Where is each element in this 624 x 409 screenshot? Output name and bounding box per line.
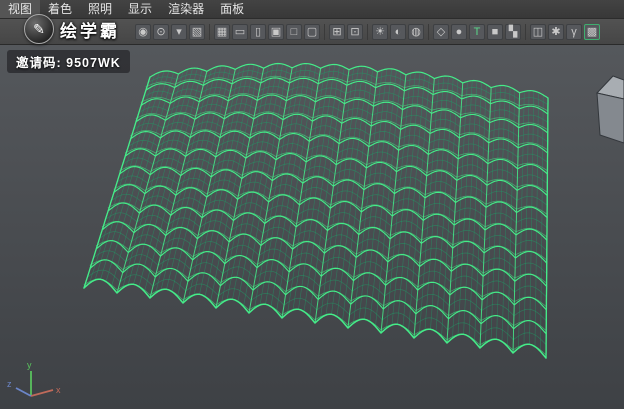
film-gate-icon[interactable]: ▭ xyxy=(232,24,248,40)
viewport-3d[interactable] xyxy=(0,44,624,409)
panel-toolbar-icons: ◉⊙▾▧ ▦▭▯▣□▢ ⊞⊡ ☀◐◍ ◇●T■▚ ◫✱γ▩ xyxy=(0,19,624,45)
frame-all-icon[interactable]: ⊞ xyxy=(329,24,345,40)
shadows-icon[interactable]: ◐ xyxy=(390,24,406,40)
safe-action-icon[interactable]: □ xyxy=(286,24,302,40)
toolbar-separator xyxy=(367,24,368,40)
lock-camera-icon[interactable]: ⊙ xyxy=(153,24,169,40)
menu-item-5[interactable]: 渲染器 xyxy=(160,0,212,18)
exposure-icon[interactable]: ✱ xyxy=(548,24,564,40)
menu-item-4[interactable]: 显示 xyxy=(120,0,160,18)
image-plane-icon[interactable]: ▧ xyxy=(189,24,205,40)
grid-icon[interactable]: ▦ xyxy=(214,24,230,40)
checker-icon[interactable]: ▚ xyxy=(505,24,521,40)
textured-icon[interactable]: T xyxy=(469,24,485,40)
default-material-icon[interactable]: ■ xyxy=(487,24,503,40)
bookmark-icon[interactable]: ▾ xyxy=(171,24,187,40)
isolate-select-icon[interactable]: ▩ xyxy=(584,24,600,40)
toolbar-separator xyxy=(525,24,526,40)
gamma-icon[interactable]: γ xyxy=(566,24,582,40)
toolbar-separator xyxy=(428,24,429,40)
menu-item-6[interactable]: 面板 xyxy=(212,0,252,18)
xray-icon[interactable]: ◫ xyxy=(530,24,546,40)
shaded-icon[interactable]: ● xyxy=(451,24,467,40)
menu-item-2[interactable]: 着色 xyxy=(40,0,80,18)
gate-mask-icon[interactable]: ▣ xyxy=(268,24,284,40)
resolution-gate-icon[interactable]: ▯ xyxy=(250,24,266,40)
lighting-icon[interactable]: ☀ xyxy=(372,24,388,40)
wireframe-icon[interactable]: ◇ xyxy=(433,24,449,40)
menu-item-3[interactable]: 照明 xyxy=(80,0,120,18)
menu-item-1[interactable]: 视图 xyxy=(0,0,40,18)
panel-menu-bar: 视图着色照明显示渲染器面板 xyxy=(0,0,624,19)
camera-icon[interactable]: ◉ xyxy=(135,24,151,40)
maya-viewport-window: yxz 视图着色照明显示渲染器面板 ◉⊙▾▧▦▭▯▣□▢⊞⊡☀◐◍◇●T■▚◫✱… xyxy=(0,0,624,409)
safe-title-icon[interactable]: ▢ xyxy=(304,24,320,40)
toolbar-separator xyxy=(209,24,210,40)
toolbar-separator xyxy=(324,24,325,40)
occlusion-icon[interactable]: ◍ xyxy=(408,24,424,40)
frame-selected-icon[interactable]: ⊡ xyxy=(347,24,363,40)
